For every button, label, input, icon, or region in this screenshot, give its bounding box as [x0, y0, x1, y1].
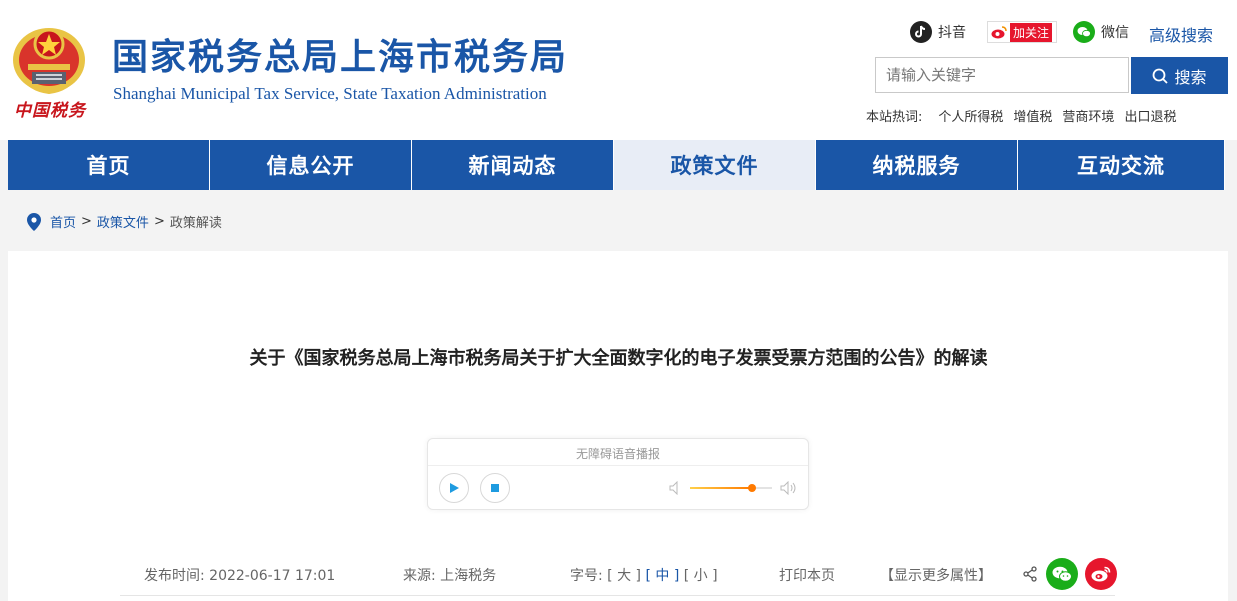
volume-low-icon [669, 481, 681, 495]
volume-high-icon [780, 481, 798, 495]
breadcrumb-home[interactable]: 首页 [50, 212, 76, 231]
breadcrumb-separator: > [81, 214, 92, 229]
nav-item-policy[interactable]: 政策文件 [614, 140, 816, 190]
hot-keyword[interactable]: 个人所得税 [938, 106, 1003, 125]
weibo-follow-label: 加关注 [1010, 22, 1053, 42]
source-label: 来源: [403, 568, 436, 584]
stop-button[interactable] [480, 473, 510, 503]
font-size-controls: 字号: [ 大 ] [ 中 ] [ 小 ] [570, 565, 718, 585]
site-header: 中国税务 国家税务总局上海市税务局 Shanghai Municipal Tax… [0, 0, 1237, 140]
breadcrumb-current: 政策解读 [169, 216, 222, 231]
font-medium-button[interactable]: [ 中 ] [645, 568, 679, 584]
weibo-icon [988, 25, 1010, 39]
wechat-icon [1073, 21, 1095, 43]
wechat-label: 微信 [1101, 25, 1129, 41]
article-title: 关于《国家税务总局上海市税务局关于扩大全面数字化的电子发票受票方范围的公告》的解… [249, 348, 988, 369]
site-subtitle: Shanghai Municipal Tax Service, State Ta… [113, 84, 547, 103]
tiktok-icon [910, 21, 932, 43]
breadcrumb-separator: > [153, 214, 165, 229]
share-icon[interactable] [1022, 566, 1038, 582]
audio-player: 无障碍语音播报 [427, 438, 809, 510]
search-input[interactable] [876, 58, 1126, 92]
tiktok-label: 抖音 [938, 25, 966, 41]
share-wechat-button[interactable] [1046, 558, 1078, 590]
font-size-label: 字号: [570, 568, 603, 584]
tax-emblem-icon [10, 14, 88, 95]
weibo-follow-link[interactable]: 加关注 [987, 20, 1058, 44]
font-large-button[interactable]: [ 大 ] [607, 568, 641, 584]
hot-keyword[interactable]: 出口退税 [1124, 106, 1176, 125]
main-nav: 首页 信息公开 新闻动态 政策文件 纳税服务 互动交流 [8, 140, 1225, 190]
stop-icon [491, 484, 499, 492]
location-pin-icon [27, 212, 41, 231]
more-properties-button[interactable]: 【显示更多属性】 [880, 565, 992, 585]
source-value: 上海税务 [440, 568, 497, 584]
search-button-label: 搜索 [1174, 67, 1207, 87]
font-small-button[interactable]: [ 小 ] [684, 568, 718, 584]
print-button[interactable]: 打印本页 [779, 565, 835, 585]
hot-keyword[interactable]: 营商环境 [1062, 106, 1114, 125]
nav-item-tax-service[interactable]: 纳税服务 [816, 140, 1018, 190]
hot-keyword[interactable]: 增值税 [1013, 106, 1052, 125]
nav-item-interaction[interactable]: 互动交流 [1018, 140, 1225, 190]
breadcrumb-policy[interactable]: 政策文件 [97, 212, 149, 231]
nav-item-news[interactable]: 新闻动态 [412, 140, 614, 190]
wechat-icon [1052, 566, 1072, 582]
hot-keywords: 本站热词: 个人所得税 增值税 营商环境 出口退税 [866, 106, 1186, 125]
weibo-icon [1091, 566, 1111, 582]
audio-player-label: 无障碍语音播报 [575, 447, 660, 461]
article-source: 来源: 上海税务 [403, 565, 496, 585]
search-button[interactable]: 搜索 [1131, 57, 1228, 94]
play-icon [450, 483, 459, 493]
divider [120, 595, 1115, 596]
volume-handle[interactable] [747, 484, 756, 492]
search-icon [1152, 68, 1169, 84]
publish-time-label: 发布时间: [144, 568, 205, 584]
breadcrumb: 首页 > 政策文件 > 政策解读 [27, 212, 222, 231]
article-panel [8, 251, 1228, 601]
volume-slider[interactable] [690, 484, 772, 492]
publish-time: 发布时间: 2022-06-17 17:01 [144, 565, 335, 585]
volume-fill [690, 487, 752, 489]
nav-item-home[interactable]: 首页 [8, 140, 210, 190]
wechat-link[interactable]: 微信 [1073, 20, 1129, 44]
nav-item-info-disclosure[interactable]: 信息公开 [210, 140, 412, 190]
logo-calligraphy: 中国税务 [14, 101, 86, 121]
share-weibo-button[interactable] [1085, 558, 1117, 590]
play-button[interactable] [439, 473, 469, 503]
tiktok-link[interactable]: 抖音 [910, 20, 966, 44]
site-title[interactable]: 国家税务总局上海市税务局 [112, 35, 568, 81]
advanced-search-link[interactable]: 高级搜索 [1149, 22, 1213, 46]
search-box [875, 57, 1129, 93]
publish-time-value: 2022-06-17 17:01 [209, 568, 336, 584]
hot-keywords-label: 本站热词: [866, 110, 923, 125]
divider [428, 465, 808, 466]
